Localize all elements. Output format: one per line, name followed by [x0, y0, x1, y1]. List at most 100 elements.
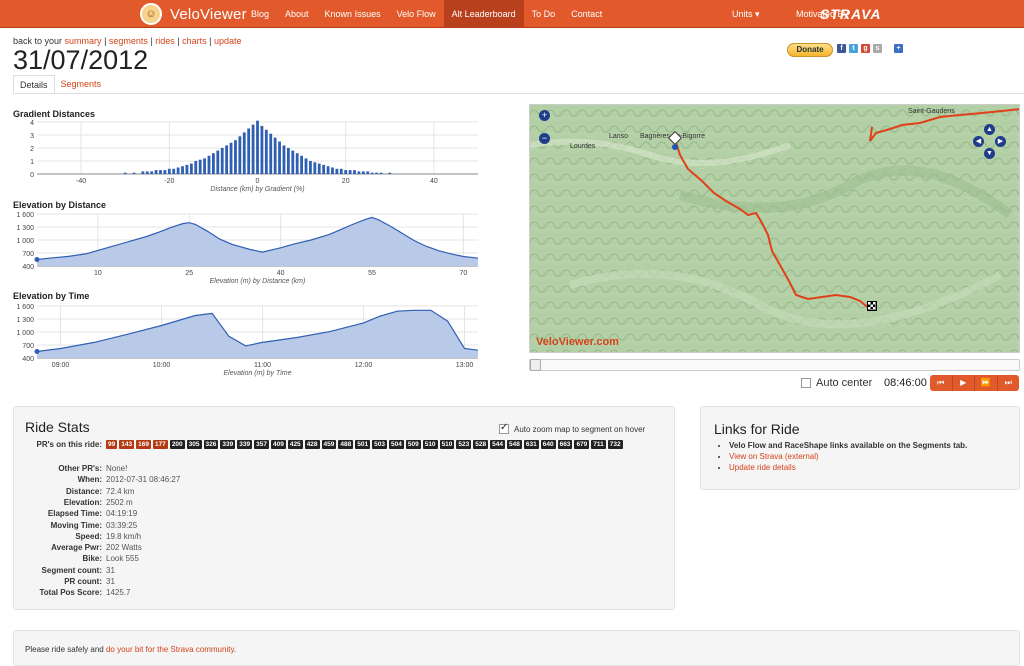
pr-badge[interactable]: 523 — [456, 440, 472, 449]
pr-badge[interactable]: 503 — [372, 440, 387, 449]
pr-badge[interactable]: 99 — [106, 440, 118, 449]
y-tick-label: 700 — [22, 251, 34, 258]
stat-row: Segment count: 31 — [14, 566, 676, 577]
area-fill — [37, 217, 478, 266]
view-on-strava-link[interactable]: View on Strava (external) — [729, 452, 819, 461]
units-dropdown[interactable]: Units ▾ — [732, 0, 760, 28]
bar — [123, 172, 127, 174]
nav-blog[interactable]: Blog — [243, 0, 277, 28]
pr-badge[interactable]: 631 — [523, 440, 539, 449]
pan-left-icon[interactable]: ◀ — [973, 136, 984, 147]
pan-right-icon[interactable]: ▶ — [995, 136, 1006, 147]
pr-badge[interactable]: 200 — [169, 440, 185, 449]
bar — [291, 150, 295, 174]
play-button[interactable]: ▶ — [953, 375, 975, 391]
pr-badge[interactable]: 488 — [338, 440, 354, 449]
timeline-slider-handle[interactable] — [530, 359, 541, 371]
pr-badge[interactable]: 425 — [287, 440, 303, 449]
pr-badge[interactable]: 169 — [136, 440, 151, 449]
x-tick-label: -40 — [76, 178, 86, 185]
x-tick-label: 0 — [256, 178, 260, 185]
skip-end-button[interactable]: ⏭ — [998, 375, 1020, 391]
bar — [145, 171, 149, 174]
auto-center-toggle[interactable]: Auto center — [801, 377, 872, 389]
strava-logo[interactable]: STRAVA — [820, 0, 881, 28]
pr-badge[interactable]: 339 — [237, 440, 253, 449]
map-terrain — [530, 105, 1019, 352]
elevation-by-time-chart: 400 700 1 000 1 300 1 600 09:00 10:00 11:00 12:0… — [16, 304, 479, 377]
stat-label: PR count: — [64, 577, 102, 586]
pr-badge[interactable]: 711 — [591, 440, 606, 449]
ride-stats-panel: Ride Stats Auto zoom map to segment on h… — [13, 406, 675, 610]
x-tick-label: 10:00 — [153, 362, 171, 369]
pr-badge[interactable]: 510 — [422, 440, 438, 449]
pr-badge[interactable]: 326 — [203, 440, 219, 449]
finish-flag-icon[interactable] — [867, 301, 877, 311]
pr-badge[interactable]: 428 — [304, 440, 320, 449]
y-tick-label: 2 — [30, 146, 34, 153]
timeline-slider[interactable] — [529, 359, 1020, 371]
twitter-icon[interactable]: t — [849, 44, 858, 53]
bar — [154, 170, 158, 174]
pr-badge[interactable]: 339 — [220, 440, 236, 449]
pr-badge[interactable]: 459 — [321, 440, 337, 449]
strava-community-link[interactable]: do your bit for the Strava community — [106, 645, 234, 654]
nav-alt-leaderboard[interactable]: Alt Leaderboard — [443, 0, 524, 28]
pr-badge[interactable]: 305 — [186, 440, 202, 449]
pr-badge[interactable]: 732 — [607, 440, 623, 449]
pr-badge[interactable]: 509 — [405, 440, 421, 449]
update-ride-details-link[interactable]: Update ride details — [729, 463, 796, 472]
pr-badge[interactable]: 357 — [254, 440, 269, 449]
start-point — [34, 257, 40, 262]
pr-badge[interactable]: 548 — [507, 440, 522, 449]
link-rides[interactable]: rides — [155, 36, 175, 46]
auto-center-checkbox[interactable] — [801, 378, 811, 388]
stat-label: Elapsed Time: — [47, 509, 102, 519]
stat-label: Segment count: — [41, 565, 102, 575]
donate-button[interactable]: Donate — [787, 43, 833, 57]
map-watermark: VeloViewer.com — [536, 336, 619, 348]
share-icon[interactable]: s — [873, 44, 882, 53]
pr-badge[interactable]: 409 — [270, 440, 286, 449]
pr-badge[interactable]: 640 — [540, 440, 556, 449]
pr-badge[interactable]: 663 — [557, 440, 573, 449]
nav-contact[interactable]: Contact — [563, 0, 610, 28]
fast-forward-button[interactable]: ⏩ — [975, 375, 998, 391]
auto-zoom-toggle[interactable]: Auto zoom map to segment on hover — [499, 422, 645, 434]
stat-value: 202 Watts — [106, 543, 142, 553]
zoom-out-icon[interactable]: − — [539, 133, 550, 144]
x-tick-label: 10 — [94, 270, 102, 277]
bar — [317, 163, 321, 174]
pr-badge[interactable]: 510 — [439, 440, 455, 449]
tab-segments[interactable]: Segments — [55, 75, 108, 94]
auto-zoom-checkbox[interactable] — [499, 422, 509, 434]
zoom-in-icon[interactable]: + — [539, 110, 550, 121]
add-icon[interactable]: + — [894, 44, 903, 53]
skip-back-button[interactable]: ⏮ — [930, 375, 953, 391]
stat-value: 19.8 km/h — [106, 531, 142, 541]
y-tick-label: 0 — [30, 172, 34, 179]
pr-badge[interactable]: 528 — [473, 440, 489, 449]
y-tick-label: 400 — [22, 264, 34, 271]
link-charts[interactable]: charts — [182, 36, 207, 46]
link-update[interactable]: update — [214, 36, 242, 46]
nav-velo-flow[interactable]: Velo Flow — [389, 0, 444, 28]
pr-badge[interactable]: 501 — [355, 440, 371, 449]
pr-badge[interactable]: 544 — [490, 440, 505, 449]
pr-badge[interactable]: 679 — [574, 440, 590, 449]
route-map[interactable]: Lourdes Lanso Bagnères-de-Bigorre Saint-… — [529, 104, 1020, 353]
pr-badge[interactable]: 177 — [152, 440, 168, 449]
stat-value: 72.4 km — [106, 486, 135, 496]
pan-down-icon[interactable]: ▼ — [984, 148, 995, 159]
brand-logo[interactable]: ☺ VeloViewer — [140, 3, 247, 25]
pr-badge[interactable]: 143 — [119, 440, 135, 449]
tab-details[interactable]: Details — [13, 75, 55, 94]
nav-about[interactable]: About — [277, 0, 317, 28]
nav-to-do[interactable]: To Do — [524, 0, 564, 28]
pan-up-icon[interactable]: ▲ — [984, 124, 995, 135]
bar — [370, 172, 374, 174]
google-plus-icon[interactable]: g — [861, 44, 870, 53]
facebook-icon[interactable]: f — [837, 44, 846, 53]
pr-badge[interactable]: 504 — [388, 440, 404, 449]
nav-known-issues[interactable]: Known Issues — [317, 0, 389, 28]
